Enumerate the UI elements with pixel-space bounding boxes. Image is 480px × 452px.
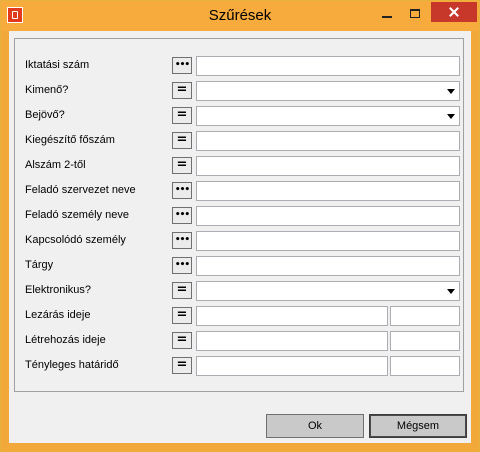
filter-input[interactable] [196,256,460,276]
maximize-icon[interactable] [402,5,428,25]
filter-row: Feladó szervezet neve ••• [15,180,465,202]
filter-row: Kiegészítő főszám = [15,130,465,152]
filter-row: Létrehozás ideje = [15,330,465,352]
filter-dialog: Szűrések Iktatási szám ••• Kimenő? = Bejövő?… [0,0,480,452]
filter-from-input[interactable] [196,356,388,376]
equals-operator-button[interactable]: = [172,132,192,149]
filter-label: Tárgy [25,259,54,271]
filter-input[interactable] [196,131,460,151]
filter-label: Feladó személy neve [25,209,129,221]
minimize-icon[interactable] [374,5,400,25]
equals-operator-button[interactable]: = [172,357,192,374]
filter-row: Feladó személy neve ••• [15,205,465,227]
filter-to-input[interactable] [390,356,460,376]
filter-label: Alszám 2-től [25,159,86,171]
filter-select[interactable] [196,281,460,301]
ok-button[interactable]: Ok [266,414,364,438]
filter-label: Feladó szervezet neve [25,184,136,196]
chevron-down-icon[interactable] [444,283,458,299]
filter-row: Bejövő? = [15,105,465,127]
filter-group: Iktatási szám ••• Kimenő? = Bejövő? = Kiegészí… [14,38,464,392]
filter-input[interactable] [196,56,460,76]
filter-row: Kimenő? = [15,80,465,102]
filter-row: Tényleges határidő = [15,355,465,377]
chevron-down-icon[interactable] [444,83,458,99]
cancel-button[interactable]: Mégsem [369,414,467,438]
contains-operator-button[interactable]: ••• [172,257,192,274]
filter-row: Elektronikus? = [15,280,465,302]
filter-input[interactable] [196,231,460,251]
filter-from-input[interactable] [196,306,388,326]
filter-label: Bejövő? [25,109,65,121]
filter-row: Lezárás ideje = [15,305,465,327]
equals-operator-button[interactable]: = [172,307,192,324]
contains-operator-button[interactable]: ••• [172,232,192,249]
filter-input[interactable] [196,181,460,201]
equals-operator-button[interactable]: = [172,282,192,299]
filter-label: Létrehozás ideje [25,334,106,346]
filter-row: Iktatási szám ••• [15,55,465,77]
filter-row: Tárgy ••• [15,255,465,277]
dialog-body: Iktatási szám ••• Kimenő? = Bejövő? = Kiegészí… [9,31,471,443]
filter-label: Kapcsolódó személy [25,234,126,246]
filter-label: Elektronikus? [25,284,92,296]
filter-input[interactable] [196,206,460,226]
contains-operator-button[interactable]: ••• [172,57,192,74]
filter-label: Tényleges határidő [25,359,119,371]
equals-operator-button[interactable]: = [172,82,192,99]
filter-row: Kapcsolódó személy ••• [15,230,465,252]
filter-label: Iktatási szám [25,59,90,71]
close-icon[interactable] [431,2,477,22]
equals-operator-button[interactable]: = [172,157,192,174]
filter-from-input[interactable] [196,331,388,351]
filter-label: Kimenő? [25,84,69,96]
filter-select[interactable] [196,106,460,126]
contains-operator-button[interactable]: ••• [172,207,192,224]
filter-label: Kiegészítő főszám [25,134,115,146]
filter-to-input[interactable] [390,331,460,351]
filter-label: Lezárás ideje [25,309,91,321]
contains-operator-button[interactable]: ••• [172,182,192,199]
chevron-down-icon[interactable] [444,108,458,124]
filter-input[interactable] [196,156,460,176]
title-bar[interactable]: Szűrések [1,1,479,31]
equals-operator-button[interactable]: = [172,107,192,124]
filter-to-input[interactable] [390,306,460,326]
filter-select[interactable] [196,81,460,101]
filter-row: Alszám 2-től = [15,155,465,177]
equals-operator-button[interactable]: = [172,332,192,349]
